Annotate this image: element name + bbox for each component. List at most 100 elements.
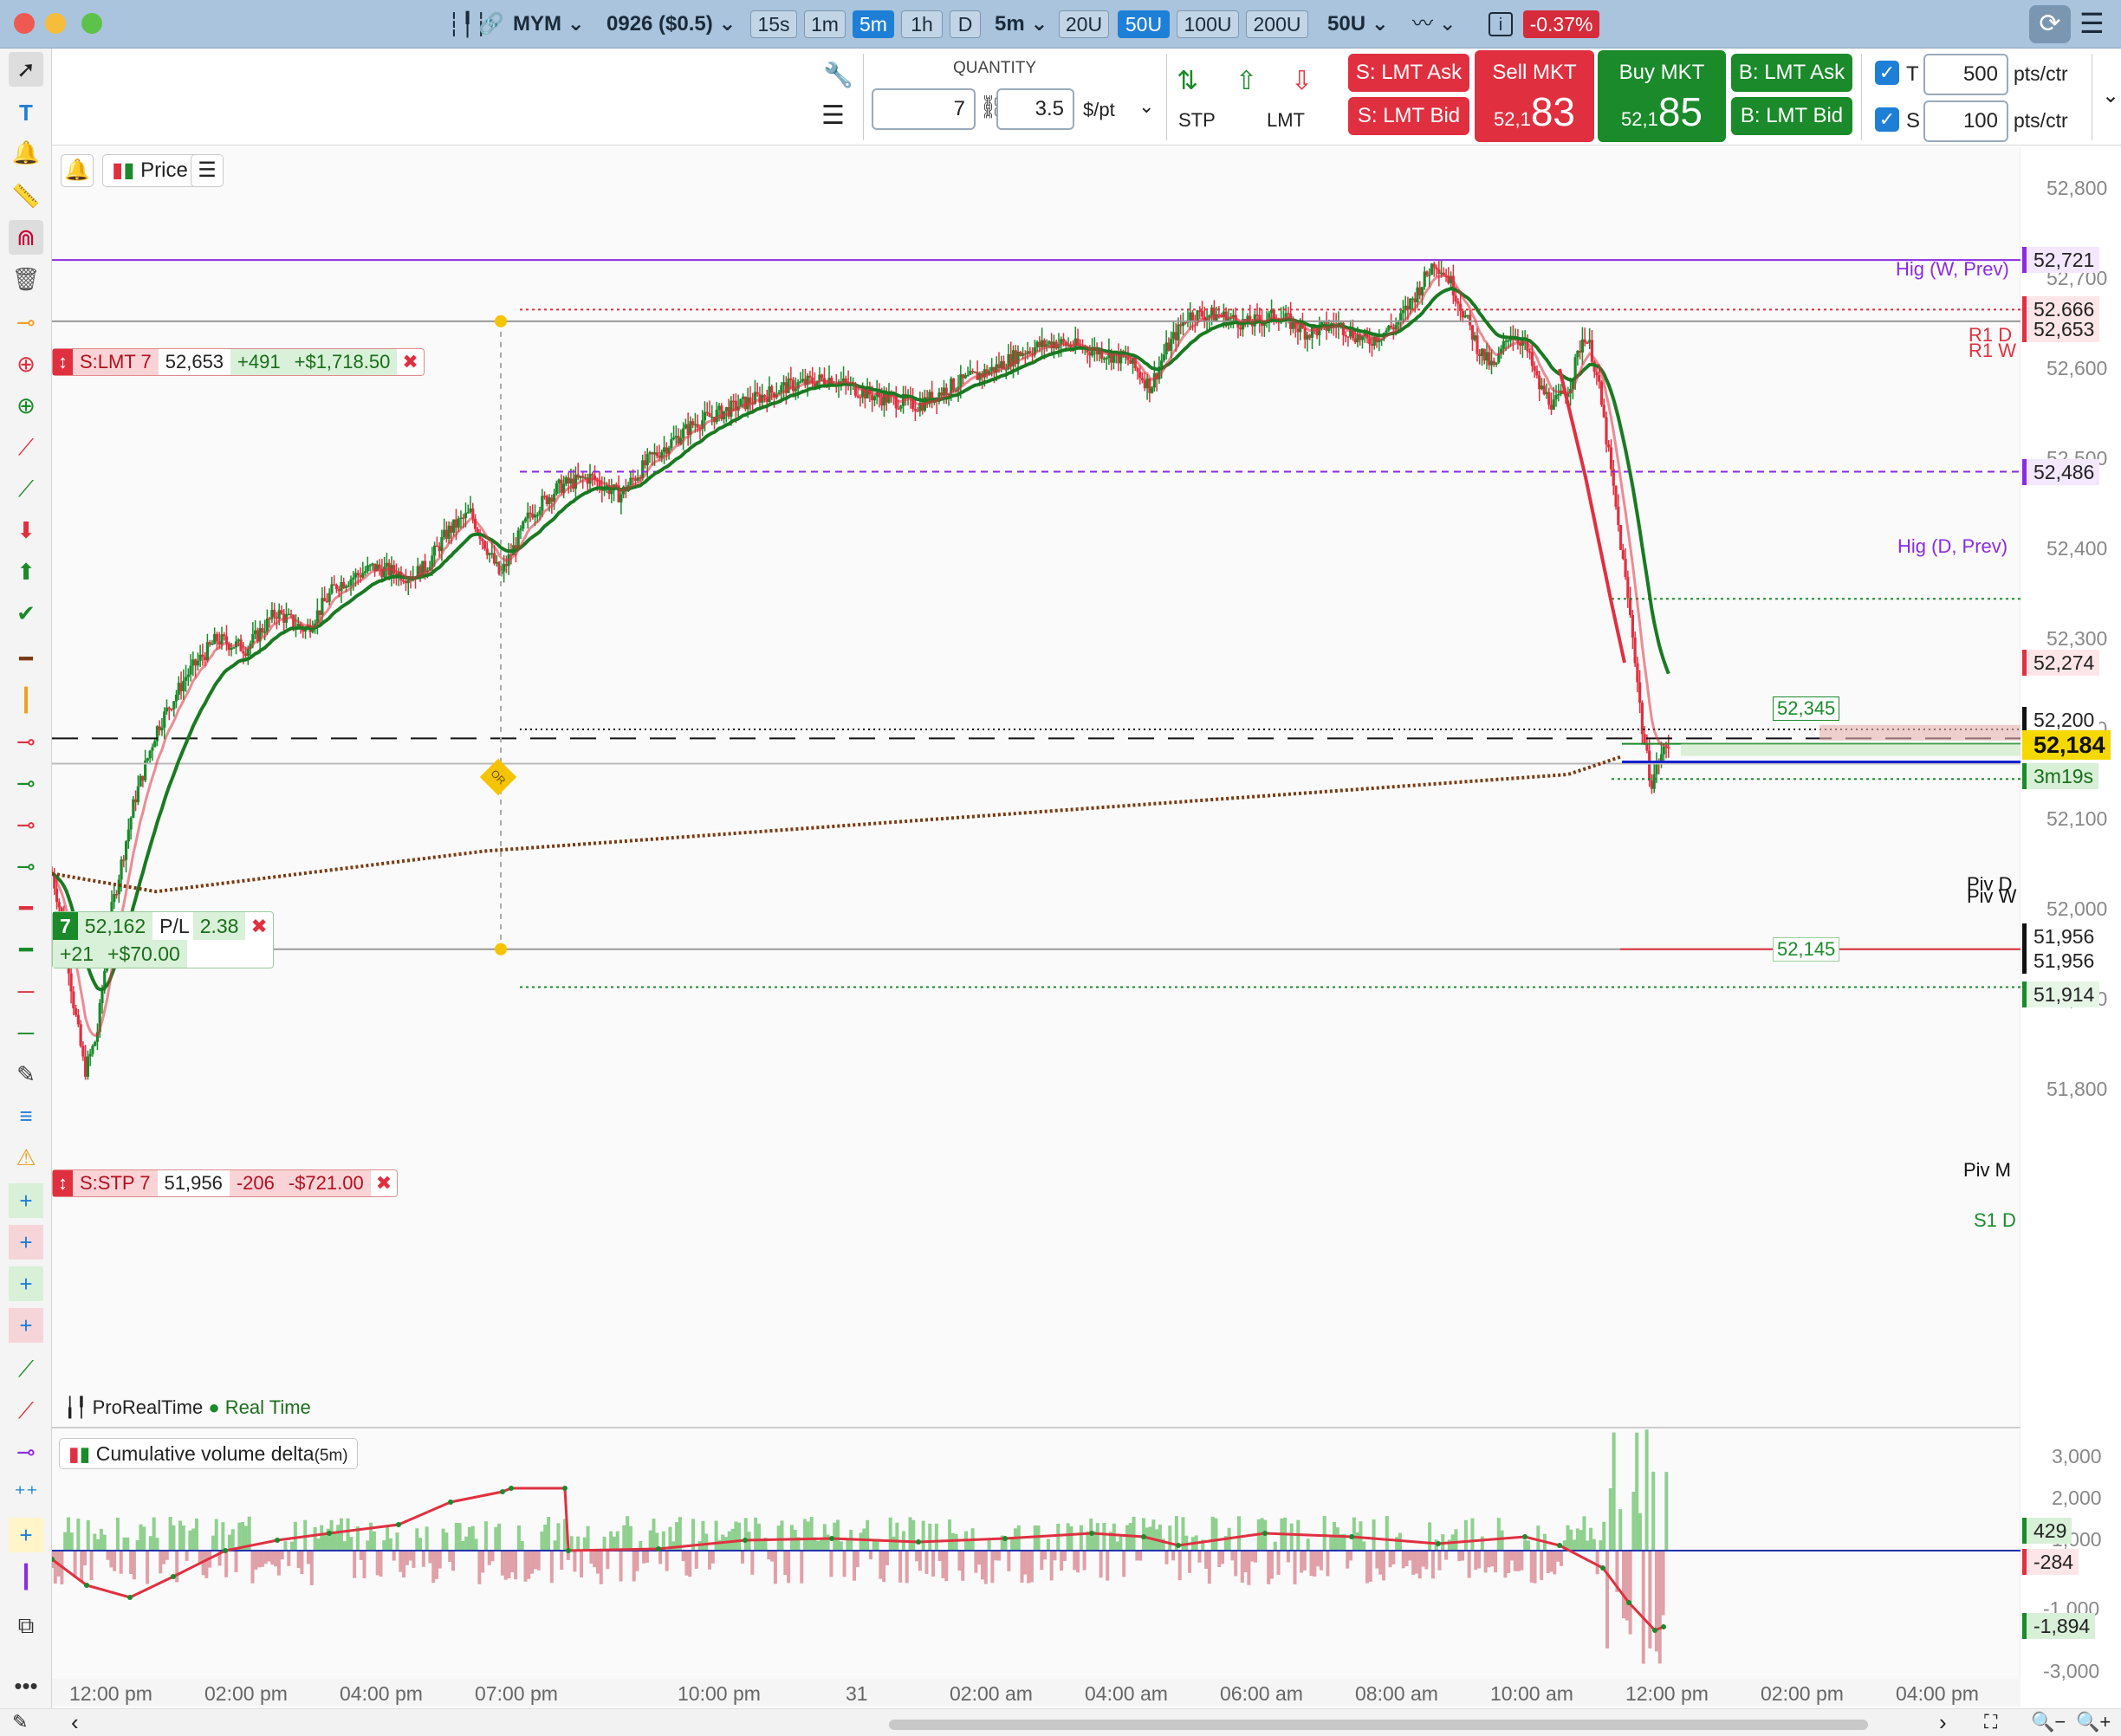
buy-lmt-ask-button[interactable]: B: LMT Ask — [1731, 54, 1852, 92]
range-20u[interactable]: 20U — [1059, 10, 1109, 38]
alert-icon[interactable]: 🔔 — [9, 135, 43, 170]
symbol-selector[interactable]: MYM ⌄ — [513, 9, 585, 40]
link-icon[interactable]: 🔗 — [478, 9, 504, 40]
cancel-limit-icon[interactable]: ✖ — [397, 349, 423, 375]
ray-red-dotted-icon[interactable]: ⊸ — [9, 807, 43, 842]
tf-1h[interactable]: 1h — [901, 10, 943, 38]
limit-drag-icon[interactable]: ↕ — [53, 349, 73, 375]
sync-icon[interactable]: ⟳ — [2029, 5, 2071, 43]
tf-d[interactable]: D — [950, 10, 981, 38]
warning-icon[interactable]: ⚠ — [9, 1140, 43, 1175]
text-tool-icon[interactable]: T — [9, 95, 43, 130]
indicator-icon[interactable]: 〰 ⌄ — [1412, 9, 1456, 40]
panel-dropdown-icon[interactable]: ⌄ — [2102, 83, 2119, 108]
scroll-right-icon[interactable]: › — [1939, 1709, 1947, 1736]
trendline-green2-icon[interactable]: ⟋ — [9, 1351, 43, 1386]
trendline-red-icon[interactable]: ⟋ — [9, 430, 43, 464]
hline-green-icon[interactable]: ━ — [9, 932, 43, 967]
zone-red-icon[interactable]: + — [9, 1225, 43, 1260]
ray-red-icon[interactable]: ⊸ — [9, 724, 43, 759]
tf-5m[interactable]: 5m — [853, 10, 894, 38]
close-position-icon[interactable]: ✖ — [245, 912, 272, 940]
close-window-button[interactable] — [14, 13, 35, 34]
scroll-left-icon[interactable]: ‹ — [71, 1709, 79, 1736]
arrow-down-icon[interactable]: ⬇ — [9, 513, 43, 547]
hline-brown-icon[interactable]: ━ — [9, 641, 43, 676]
stop-drag-icon[interactable]: ↕ — [53, 1170, 73, 1196]
zone-green-icon[interactable]: + — [9, 1183, 43, 1218]
stop-checkbox[interactable]: ✓ — [1875, 107, 1899, 132]
wrench-icon[interactable]: 🔧 — [823, 61, 853, 89]
cursor-icon[interactable]: ➚ — [9, 52, 43, 87]
time-axis[interactable]: 12:00 pm 02:00 pm 04:00 pm 07:00 pm 10:00 pm… — [52, 1679, 2020, 1707]
arrow-up-icon[interactable]: ⬆ — [9, 554, 43, 589]
buy-mkt-button[interactable]: Buy MKT 52,185 — [1598, 50, 1726, 142]
target-input[interactable]: 500 — [1923, 54, 2008, 95]
lmt-label[interactable]: LMT — [1267, 109, 1305, 132]
limit-order-tag[interactable]: ↕ S:LMT 7 52,653 +491 +$1,718.50 ✖ — [52, 348, 425, 376]
add-order-red-icon[interactable]: ⊕ — [9, 347, 43, 381]
vline-orange-icon[interactable]: ┃ — [9, 683, 43, 717]
target-checkbox[interactable]: ✓ — [1875, 61, 1899, 85]
tf-1m[interactable]: 1m — [804, 10, 846, 38]
sell-mkt-button[interactable]: Sell MKT 52,183 — [1475, 50, 1594, 142]
indicator-list-button[interactable]: ☰ — [191, 154, 224, 187]
range-200u[interactable]: 200U — [1246, 10, 1308, 38]
sell-lmt-ask-button[interactable]: S: LMT Ask — [1348, 54, 1469, 92]
hline-red2-icon[interactable]: ─ — [9, 974, 43, 1008]
stop-order-tag[interactable]: ↕ S:STP 7 51,956 -206 -$721.00 ✖ — [52, 1169, 399, 1197]
hline-purple-icon[interactable]: ⊸ — [9, 1435, 43, 1469]
zoom-out-icon[interactable]: 🔍− — [2031, 1711, 2066, 1733]
range-50u[interactable]: 50U — [1118, 10, 1170, 38]
range-dropdown[interactable]: 50U ⌄ — [1327, 9, 1389, 40]
interval-dropdown[interactable]: 5m ⌄ — [995, 9, 1048, 40]
fib-icon[interactable]: ≡ — [9, 1098, 43, 1133]
zone-green2-icon[interactable]: + — [9, 1266, 43, 1301]
lmt-buy-icon[interactable]: ⇧ — [1236, 66, 1257, 96]
stp-label[interactable]: STP — [1178, 109, 1216, 132]
trendline-green-icon[interactable]: ⟋ — [9, 471, 43, 506]
quantity-input[interactable]: 7 — [872, 88, 976, 130]
pt-value-input[interactable]: 3.5 — [996, 88, 1074, 130]
chart-area[interactable]: 🔔 ▮▮ Price ☰ ↕ S:LMT 7 52,653 +491 +$1,7… — [52, 147, 2121, 1736]
sell-lmt-bid-button[interactable]: S: LMT Bid — [1348, 97, 1469, 135]
layers-icon[interactable]: ⧉ — [9, 1608, 43, 1642]
horizontal-scrollbar[interactable] — [889, 1720, 1868, 1730]
price-button[interactable]: ▮▮ Price — [102, 154, 198, 187]
alert-bell-button[interactable]: 🔔 — [61, 154, 94, 187]
zoom-in-icon[interactable]: 🔍+ — [2076, 1711, 2111, 1733]
zone-yellow-icon[interactable]: + — [9, 1518, 43, 1552]
menu-icon[interactable]: ☰ — [2079, 7, 2105, 40]
ray-green-dotted-icon[interactable]: ⊸ — [9, 849, 43, 884]
trendline-red2-icon[interactable]: ⟋ — [9, 1393, 43, 1428]
info-icon[interactable]: i — [1489, 12, 1513, 36]
cvd-indicator-label[interactable]: ▮▮ Cumulative volume delta(5m) — [59, 1438, 358, 1469]
more-icon[interactable]: ••• — [9, 1668, 43, 1703]
trash-icon[interactable]: 🗑 — [9, 262, 43, 296]
minimize-window-button[interactable] — [45, 13, 66, 34]
qty-dropdown-icon[interactable]: ⌄ — [1138, 95, 1154, 118]
cancel-stop-icon[interactable]: ✖ — [371, 1170, 397, 1196]
zone-red2-icon[interactable]: + — [9, 1308, 43, 1343]
vline-purple-icon[interactable]: ┃ — [9, 1559, 43, 1594]
contract-selector[interactable]: 0926 ($0.5) ⌄ — [606, 9, 736, 40]
draw-mode-icon[interactable]: ✎ — [12, 1711, 28, 1733]
position-tag[interactable]: 7 52,162 P/L 2.38 ✖ +21 +$70.00 — [52, 911, 274, 968]
hline-green2-icon[interactable]: ─ — [9, 1015, 43, 1050]
brush-icon[interactable]: ✎ — [9, 1057, 43, 1091]
stp-icon[interactable]: ⇅ — [1177, 66, 1198, 96]
ray-green-icon[interactable]: ⊸ — [9, 766, 43, 800]
hline-red-icon[interactable]: ━ — [9, 891, 43, 925]
magnet-icon[interactable]: ⋒ — [9, 220, 43, 255]
zoom-window-button[interactable] — [81, 13, 102, 34]
tf-15s[interactable]: 15s — [750, 10, 797, 38]
stop-input[interactable]: 100 — [1923, 100, 2008, 142]
fullscreen-icon[interactable]: ⛶ — [1984, 1711, 1997, 1733]
order-list-icon[interactable]: ☰ — [821, 100, 845, 131]
add-order-green-icon[interactable]: ⊕ — [9, 388, 43, 423]
lmt-sell-icon[interactable]: ⇩ — [1291, 66, 1313, 96]
ruler-icon[interactable]: 📏 — [9, 178, 43, 213]
hline-orange-icon[interactable]: ⊸ — [9, 305, 43, 340]
buy-lmt-bid-button[interactable]: B: LMT Bid — [1731, 97, 1852, 135]
checkmark-icon[interactable]: ✔ — [9, 596, 43, 631]
